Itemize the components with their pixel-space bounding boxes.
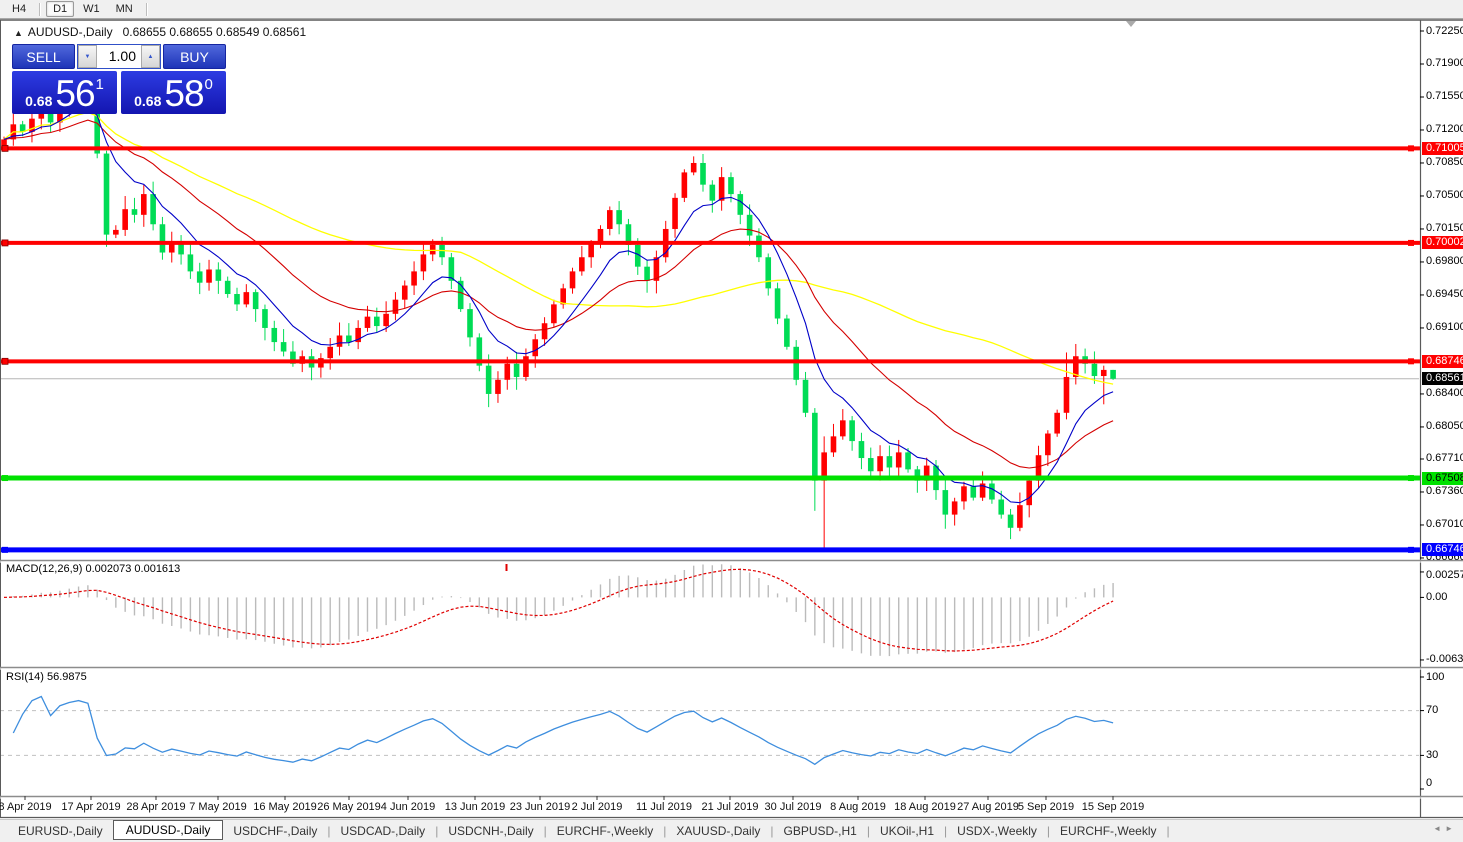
macd-axis-min: -0.006326 <box>1426 653 1463 665</box>
price-axis-tick: 0.70150 <box>1426 222 1463 234</box>
date-axis-label: 7 May 2019 <box>189 801 247 813</box>
tab-separator: | <box>1166 824 1170 838</box>
price-axis-tick: 0.69450 <box>1426 288 1463 300</box>
symbol-tab-ukoil-h1[interactable]: UKOil-,H1 <box>870 822 944 840</box>
tab-nav-arrows[interactable]: ◄► <box>1433 824 1457 833</box>
date-axis-label: 11 Jul 2019 <box>635 801 693 813</box>
price-axis-tick: 0.71900 <box>1426 57 1463 69</box>
level-price-badge: 0.68746 <box>1422 355 1463 368</box>
level-price-badge: 0.67508 <box>1422 472 1463 485</box>
symbol-tab-gbpusd-h1[interactable]: GBPUSD-,H1 <box>774 822 867 840</box>
tab-nav-left-icon[interactable]: ◄ <box>1433 824 1445 833</box>
symbol-tab-bar: EURUSD-,Daily AUDUSD-,Daily USDCHF-,Daily |… <box>0 819 1463 842</box>
buy-price-prefix: 0.68 <box>134 92 162 109</box>
level-price-badge: 0.70002 <box>1422 236 1463 249</box>
date-axis-label: 5 Sep 2019 <box>1017 801 1075 813</box>
panel-collapse-icon[interactable]: ▲ <box>14 28 23 38</box>
symbol-tab-audusd-daily[interactable]: AUDUSD-,Daily <box>112 820 224 840</box>
symbol-tab-eurchf-weekly[interactable]: EURCHF-,Weekly <box>1050 822 1166 840</box>
symbol-tab-usdx-weekly[interactable]: USDX-,Weekly <box>947 822 1047 840</box>
price-axis-tick: 0.72250 <box>1426 25 1463 37</box>
date-axis-label: 15 Sep 2019 <box>1081 801 1145 813</box>
chart-canvas[interactable] <box>0 0 1463 842</box>
macd-axis-max: 0.002574 <box>1426 569 1463 581</box>
date-axis-label: 4 Jun 2019 <box>380 801 436 813</box>
volume-increase-icon[interactable]: ▲ <box>141 45 160 68</box>
price-axis-tick: 0.68050 <box>1426 420 1463 432</box>
one-click-trading-panel: SELL ▼ 1.00 ▲ BUY 0.68 56 1 0.68 58 0 <box>12 44 226 114</box>
rsi-axis-30: 30 <box>1426 749 1439 761</box>
date-axis-label: 28 Apr 2019 <box>126 801 186 813</box>
chart-ohlc-values: 0.68655 0.68655 0.68549 0.68561 <box>122 25 307 39</box>
date-axis-label: 18 Aug 2019 <box>894 801 956 813</box>
chart-title: ▲ AUDUSD-,Daily 0.68655 0.68655 0.68549 0.… <box>14 25 306 39</box>
buy-button[interactable]: BUY <box>163 44 226 69</box>
macd-axis-zero: 0.00 <box>1426 591 1448 603</box>
chart-symbol-label: AUDUSD-,Daily <box>27 25 113 39</box>
date-axis-label: 26 May 2019 <box>317 801 381 813</box>
price-axis-tick: 0.71200 <box>1426 123 1463 135</box>
volume-decrease-icon[interactable]: ▼ <box>78 45 97 68</box>
sell-price-pipette: 1 <box>95 76 104 93</box>
date-axis-label: 8 Apr 2019 <box>0 801 52 813</box>
price-axis-tick: 0.71550 <box>1426 90 1463 102</box>
volume-input[interactable]: 1.00 <box>97 45 141 68</box>
date-axis-label: 2 Jul 2019 <box>571 801 623 813</box>
rsi-axis-70: 70 <box>1426 704 1439 716</box>
sell-price-box[interactable]: 0.68 56 1 <box>12 71 117 114</box>
level-price-badge: 0.71005 <box>1422 142 1463 155</box>
symbol-tab-xauusd-daily[interactable]: XAUUSD-,Daily <box>666 822 770 840</box>
rsi-label: RSI(14) 56.9875 <box>6 671 87 683</box>
rsi-axis-0: 0 <box>1426 777 1433 789</box>
level-price-badge: 0.66746 <box>1422 543 1463 556</box>
buy-price-box[interactable]: 0.68 58 0 <box>121 71 226 114</box>
sell-price-digits: 56 <box>55 73 95 115</box>
date-axis-label: 21 Jul 2019 <box>701 801 759 813</box>
price-axis-tick: 0.67360 <box>1426 485 1463 497</box>
symbol-tab-eurchf-weekly[interactable]: EURCHF-,Weekly <box>547 822 663 840</box>
sell-price-prefix: 0.68 <box>25 92 53 109</box>
date-axis-label: 8 Aug 2019 <box>830 801 886 813</box>
trading-platform-window: H4 D1 W1 MN ▲ AUDUSD-,Daily 0.68655 0.68655 0… <box>0 0 1463 842</box>
date-axis-label: 17 Apr 2019 <box>61 801 121 813</box>
price-axis-tick: 0.70850 <box>1426 156 1463 168</box>
date-axis-label: 13 Jun 2019 <box>444 801 506 813</box>
date-axis-label: 30 Jul 2019 <box>764 801 822 813</box>
volume-group: ▼ 1.00 ▲ <box>77 44 161 69</box>
price-axis-tick: 0.70500 <box>1426 189 1463 201</box>
symbol-tab-usdchf-daily[interactable]: USDCHF-,Daily <box>223 822 327 840</box>
current-price-badge: 0.68561 <box>1422 372 1463 385</box>
price-axis-tick: 0.67710 <box>1426 452 1463 464</box>
price-axis-tick: 0.67010 <box>1426 518 1463 530</box>
date-axis-label: 16 May 2019 <box>253 801 317 813</box>
symbol-tab-eurusd-daily[interactable]: EURUSD-,Daily <box>8 822 113 840</box>
price-axis-tick: 0.69100 <box>1426 321 1463 333</box>
buy-price-pipette: 0 <box>204 76 213 93</box>
price-axis-tick: 0.69800 <box>1426 255 1463 267</box>
rsi-axis-100: 100 <box>1426 671 1445 683</box>
date-axis-label: 23 Jun 2019 <box>509 801 571 813</box>
symbol-tab-usdcad-daily[interactable]: USDCAD-,Daily <box>331 822 436 840</box>
macd-label: MACD(12,26,9) 0.002073 0.001613 <box>6 563 181 575</box>
sell-button[interactable]: SELL <box>12 44 75 69</box>
date-axis-label: 27 Aug 2019 <box>957 801 1019 813</box>
price-axis-tick: 0.68400 <box>1426 387 1463 399</box>
buy-price-digits: 58 <box>164 73 204 115</box>
symbol-tab-usdcnh-daily[interactable]: USDCNH-,Daily <box>438 822 543 840</box>
tab-nav-right-icon[interactable]: ► <box>1445 824 1457 833</box>
